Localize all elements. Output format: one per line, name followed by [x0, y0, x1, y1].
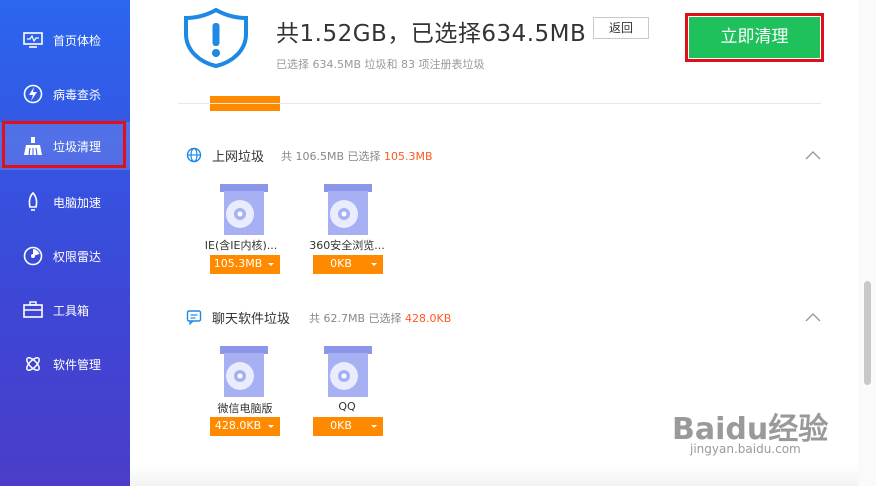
- item-name: 微信电脑版: [217, 402, 273, 415]
- page-subtitle: 已选择 634.5MB 垃圾和 83 项注册表垃圾: [276, 58, 485, 71]
- shield-alert-icon: [184, 8, 248, 68]
- chevron-up-icon[interactable]: [805, 312, 821, 322]
- disc-folder-icon[interactable]: [322, 182, 374, 238]
- size-value: 0KB: [330, 419, 352, 432]
- sidebar-item-label: 首页体检: [53, 34, 102, 48]
- sidebar-item-checkup[interactable]: 首页体检: [0, 16, 130, 64]
- section-total: 共 62.7MB: [309, 312, 366, 325]
- globe-icon: [186, 147, 202, 163]
- radar-icon: [23, 246, 43, 266]
- caret-down-icon: [268, 425, 274, 428]
- sidebar-item-speedup[interactable]: 电脑加速: [0, 178, 130, 226]
- disc-folder-icon[interactable]: [322, 344, 374, 400]
- caret-down-icon: [371, 425, 377, 428]
- page-title: 共1.52GB，已选择634.5MB: [276, 21, 587, 47]
- section-selected-label: 已选择: [368, 312, 402, 325]
- sidebar-item-label: 病毒查杀: [53, 88, 102, 102]
- divider: [178, 103, 821, 104]
- disc-folder-icon[interactable]: [218, 182, 270, 238]
- item-name: 360安全浏览...: [309, 239, 385, 252]
- scrollbar[interactable]: [858, 0, 876, 486]
- toolbox-icon: [23, 301, 43, 318]
- sidebar-item-toolbox[interactable]: 工具箱: [0, 286, 130, 334]
- item-name: IE(含IE内核)...: [204, 239, 278, 252]
- section-title: 聊天软件垃圾: [212, 312, 291, 327]
- lightning-icon: [23, 84, 43, 104]
- size-dropdown[interactable]: 105.3MB: [210, 255, 280, 274]
- caret-down-icon: [268, 263, 274, 266]
- size-dropdown[interactable]: 0KB: [313, 255, 383, 274]
- disc-folder-icon[interactable]: [218, 344, 270, 400]
- sidebar-item-label: 工具箱: [53, 304, 90, 318]
- bottom-fade: [130, 466, 858, 486]
- size-value: 0KB: [330, 257, 352, 270]
- chat-icon: [186, 310, 202, 325]
- sidebar-item-permission-radar[interactable]: 权限雷达: [0, 232, 130, 280]
- size-value: 428.0KB: [214, 419, 262, 432]
- caret-down-icon: [371, 263, 377, 266]
- watermark-url: jingyan.baidu.com: [690, 442, 801, 456]
- size-dropdown[interactable]: 0KB: [313, 417, 383, 436]
- section-meta: 共 106.5MB 已选择 105.3MB: [281, 148, 433, 164]
- sidebar: 首页体检 病毒查杀 垃圾清理 电脑加速 权限雷达 工具箱 软件管理: [0, 0, 130, 486]
- apps-icon: [26, 357, 40, 371]
- chevron-up-icon[interactable]: [805, 150, 821, 160]
- highlight-frame: [2, 121, 126, 168]
- section-title: 上网垃圾: [212, 150, 265, 165]
- sidebar-item-antivirus[interactable]: 病毒查杀: [0, 70, 130, 118]
- section-selected-size: 105.3MB: [384, 150, 433, 163]
- clean-now-button[interactable]: 立即清理: [689, 17, 820, 58]
- size-value: 105.3MB: [213, 257, 263, 270]
- sidebar-item-label: 电脑加速: [53, 196, 102, 210]
- section-meta: 共 62.7MB 已选择 428.0KB: [309, 310, 451, 326]
- item-name: QQ: [338, 400, 356, 413]
- section-selected-size: 428.0KB: [405, 312, 452, 325]
- size-dropdown[interactable]: 428.0KB: [210, 417, 280, 436]
- monitor-icon: [23, 32, 43, 48]
- sidebar-item-label: 权限雷达: [53, 250, 102, 264]
- section-total: 共 106.5MB: [281, 150, 345, 163]
- section-selected-label: 已选择: [347, 150, 381, 163]
- scrollbar-thumb[interactable]: [864, 281, 871, 385]
- sidebar-item-software-manager[interactable]: 软件管理: [0, 340, 130, 388]
- sidebar-item-label: 软件管理: [53, 358, 102, 372]
- rocket-icon: [28, 192, 38, 211]
- back-button[interactable]: 返回: [593, 17, 649, 39]
